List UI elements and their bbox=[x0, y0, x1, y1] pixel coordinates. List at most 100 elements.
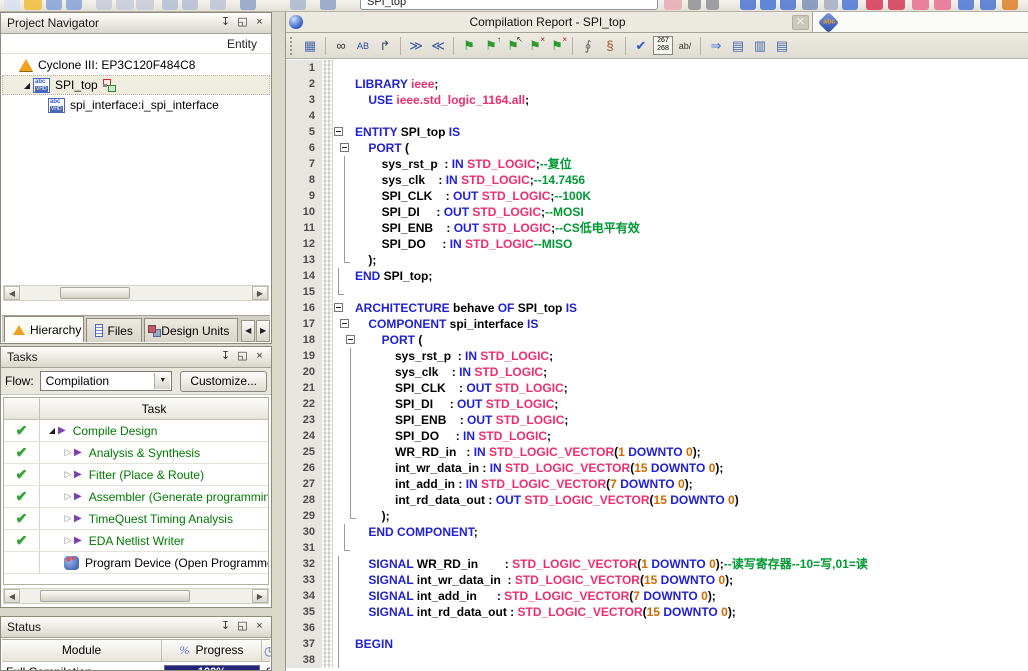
caret-collapsed-icon[interactable]: ▷ bbox=[62, 535, 74, 546]
bookmark-margin[interactable] bbox=[322, 476, 333, 492]
flow-dropdown[interactable]: Compilation ▼ bbox=[40, 371, 173, 391]
fold-margin[interactable] bbox=[333, 524, 355, 540]
fold-margin[interactable] bbox=[333, 556, 355, 572]
pin-icon[interactable]: ↧ bbox=[218, 16, 233, 30]
bookmark-margin[interactable] bbox=[322, 220, 333, 236]
scroll-left-icon[interactable]: ◀ bbox=[4, 286, 20, 300]
task-row[interactable]: ✔◢▶Compile Design bbox=[4, 420, 268, 442]
bookmark-margin[interactable] bbox=[322, 572, 333, 588]
bookmark-margin[interactable] bbox=[322, 252, 333, 268]
fold-margin[interactable] bbox=[333, 476, 355, 492]
bookmark-margin[interactable] bbox=[322, 268, 333, 284]
fold-margin[interactable] bbox=[333, 76, 355, 92]
find-icon[interactable]: ∞ bbox=[331, 36, 351, 56]
task-column-header[interactable]: Task bbox=[4, 398, 268, 420]
bookmark-margin[interactable] bbox=[322, 300, 333, 316]
toolbar-icon-clipped[interactable] bbox=[66, 0, 82, 10]
fold-margin[interactable] bbox=[333, 316, 355, 332]
fold-margin[interactable] bbox=[333, 348, 355, 364]
bookmark-margin[interactable] bbox=[322, 428, 333, 444]
indent-icon[interactable]: ≫ bbox=[406, 36, 426, 56]
toolbar-icon-clipped[interactable] bbox=[706, 0, 719, 10]
pin-icon[interactable]: ↧ bbox=[218, 620, 233, 634]
toolbar-icon-clipped[interactable] bbox=[24, 0, 42, 10]
bookmark-margin[interactable] bbox=[322, 412, 333, 428]
bookmark-margin[interactable] bbox=[322, 396, 333, 412]
tab-scroll-right-icon[interactable]: ▶ bbox=[256, 320, 270, 342]
toolbar-icon-clipped[interactable] bbox=[842, 0, 858, 10]
fold-margin[interactable] bbox=[333, 172, 355, 188]
tree-item[interactable]: ◢SPI_top bbox=[2, 75, 270, 95]
chevron-down-icon[interactable]: ▼ bbox=[154, 373, 170, 389]
bookmark-margin[interactable] bbox=[322, 524, 333, 540]
bookmark-margin[interactable] bbox=[322, 444, 333, 460]
toolbar-icon-clipped[interactable] bbox=[780, 0, 796, 10]
fold-margin[interactable] bbox=[333, 332, 355, 348]
caret-collapsed-icon[interactable]: ▷ bbox=[62, 469, 74, 480]
float-icon[interactable]: ◱ bbox=[235, 620, 250, 634]
syntax-check-icon[interactable]: ✔ bbox=[631, 36, 651, 56]
toolbar-icon-clipped[interactable] bbox=[182, 0, 198, 10]
tab-vhdl-file[interactable]: abc bbox=[813, 12, 1028, 32]
toolbar-icon-clipped[interactable] bbox=[866, 0, 883, 10]
caret-collapsed-icon[interactable]: ▷ bbox=[62, 491, 74, 502]
fold-margin[interactable] bbox=[333, 108, 355, 124]
caret-collapsed-icon[interactable]: ▷ bbox=[62, 447, 74, 458]
unindent-icon[interactable]: ≪ bbox=[428, 36, 448, 56]
toolbar-icon-clipped[interactable] bbox=[824, 0, 838, 10]
fold-margin[interactable] bbox=[333, 604, 355, 620]
fold-box-icon[interactable] bbox=[346, 335, 355, 344]
fold-margin[interactable] bbox=[333, 652, 355, 668]
bookmark-margin[interactable] bbox=[322, 60, 333, 76]
scroll-left-icon[interactable]: ◀ bbox=[4, 589, 20, 603]
close-icon[interactable]: × bbox=[252, 620, 267, 634]
fold-margin[interactable] bbox=[333, 444, 355, 460]
bookmark-margin[interactable] bbox=[322, 156, 333, 172]
toolbar-icon-clipped[interactable] bbox=[96, 0, 112, 10]
scroll-right-icon[interactable]: ▶ bbox=[252, 286, 268, 300]
bookmark-margin[interactable] bbox=[322, 636, 333, 652]
task-row[interactable]: Program Device (Open Programmer) bbox=[4, 552, 268, 574]
pin-icon[interactable]: ↧ bbox=[218, 350, 233, 364]
close-icon[interactable]: × bbox=[252, 350, 267, 364]
caret-collapsed-icon[interactable]: ▷ bbox=[62, 513, 74, 524]
tab-files[interactable]: Files bbox=[86, 318, 142, 342]
bookmark-margin[interactable] bbox=[322, 92, 333, 108]
toolbar-icon-clipped[interactable] bbox=[934, 0, 951, 10]
fold-margin[interactable] bbox=[333, 124, 355, 140]
toolbar-icon-clipped[interactable] bbox=[116, 0, 134, 10]
task-row[interactable]: ✔▷▶EDA Netlist Writer bbox=[4, 530, 268, 552]
bookmark-margin[interactable] bbox=[322, 332, 333, 348]
bookmark-margin[interactable] bbox=[322, 364, 333, 380]
toolbar-icon-clipped[interactable] bbox=[888, 0, 905, 10]
fold-margin[interactable] bbox=[333, 204, 355, 220]
macro-icon[interactable]: § bbox=[600, 36, 620, 56]
toolbar-icon-clipped[interactable] bbox=[320, 0, 336, 10]
fold-margin[interactable] bbox=[333, 140, 355, 156]
toolbar-icon-clipped[interactable] bbox=[980, 0, 996, 10]
fold-margin[interactable] bbox=[333, 92, 355, 108]
toolbar-icon-clipped[interactable] bbox=[664, 0, 682, 10]
bookmark-margin[interactable] bbox=[322, 556, 333, 572]
caret-expanded-icon[interactable]: ◢ bbox=[46, 426, 58, 435]
scroll-thumb[interactable] bbox=[60, 287, 130, 299]
fold-margin[interactable] bbox=[333, 428, 355, 444]
goto-icon[interactable]: ↱ bbox=[375, 36, 395, 56]
tree-item[interactable]: spi_interface:i_spi_interface bbox=[2, 95, 270, 115]
word-wrap-toggle[interactable]: ab/ bbox=[675, 36, 695, 56]
tab-compilation-report[interactable]: Compilation Report - SPI_top ✕ bbox=[286, 12, 813, 32]
toolbar-icon-clipped[interactable] bbox=[162, 0, 178, 10]
bookmark-margin[interactable] bbox=[322, 188, 333, 204]
tab-design-units[interactable]: Design Units bbox=[144, 318, 238, 342]
close-icon[interactable]: × bbox=[252, 16, 267, 30]
bookmark-delete-icon[interactable]: ⚑× bbox=[525, 36, 545, 56]
bookmark-margin[interactable] bbox=[322, 492, 333, 508]
fold-margin[interactable] bbox=[333, 380, 355, 396]
bookmark-margin[interactable] bbox=[322, 76, 333, 92]
tree-item[interactable]: Cyclone III: EP3C120F484C8 bbox=[2, 55, 270, 75]
revision-combobox[interactable]: SPI_top bbox=[360, 0, 658, 10]
fold-margin[interactable] bbox=[333, 268, 355, 284]
bookmark-icon[interactable]: ⚑ bbox=[459, 36, 479, 56]
bookmark-next-icon[interactable]: ⚑↑ bbox=[481, 36, 501, 56]
fold-margin[interactable] bbox=[333, 620, 355, 636]
